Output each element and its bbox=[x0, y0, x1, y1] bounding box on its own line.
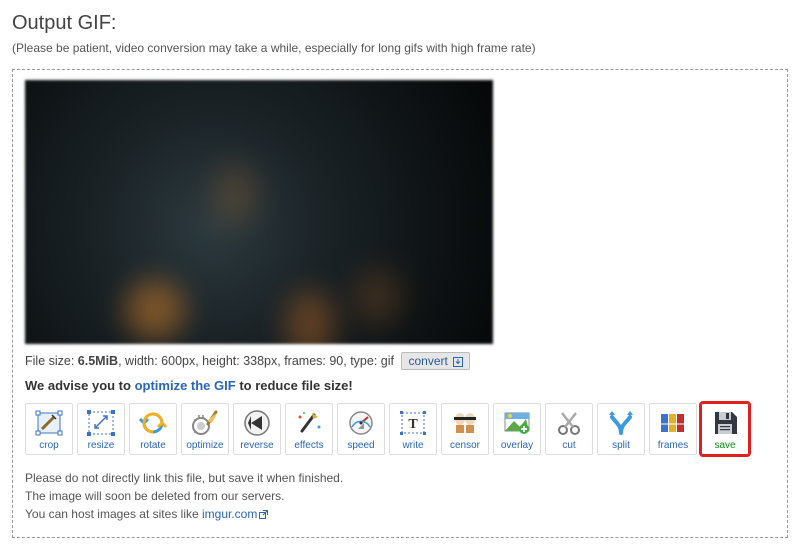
file-height-value: 338px bbox=[243, 354, 277, 368]
file-width-value: 600px bbox=[161, 354, 195, 368]
crop-icon bbox=[34, 404, 64, 441]
crop-button[interactable]: crop bbox=[25, 403, 73, 455]
tool-label: rotate bbox=[140, 441, 166, 451]
file-size-value: 6.5MiB bbox=[78, 354, 118, 368]
rotate-icon bbox=[138, 404, 168, 441]
external-link-icon bbox=[259, 510, 268, 519]
tool-label: write bbox=[402, 441, 423, 451]
sep: , frames: bbox=[277, 354, 329, 368]
note3-pre: You can host images at sites like bbox=[25, 507, 202, 521]
rotate-button[interactable]: rotate bbox=[129, 403, 177, 455]
frames-button[interactable]: frames bbox=[649, 403, 697, 455]
write-icon: T bbox=[398, 404, 428, 441]
tool-label: reverse bbox=[240, 441, 273, 451]
tool-label: crop bbox=[39, 441, 58, 451]
file-info-line: File size: 6.5MiB, width: 600px, height:… bbox=[25, 352, 775, 370]
notes-block: Please do not directly link this file, b… bbox=[25, 469, 775, 523]
sep: , type: bbox=[343, 354, 381, 368]
tool-label: save bbox=[714, 441, 735, 451]
note-line-1: Please do not directly link this file, b… bbox=[25, 469, 775, 487]
optimize-button[interactable]: optimize bbox=[181, 403, 229, 455]
effects-button[interactable]: effects bbox=[285, 403, 333, 455]
cut-icon bbox=[554, 404, 584, 441]
save-icon bbox=[710, 404, 740, 441]
tool-label: effects bbox=[294, 441, 323, 451]
convert-label: convert bbox=[408, 354, 447, 368]
split-icon bbox=[606, 404, 636, 441]
overlay-icon bbox=[502, 404, 532, 441]
imgur-link[interactable]: imgur.com bbox=[202, 507, 257, 521]
advise-post: to reduce file size! bbox=[236, 378, 353, 393]
speed-button[interactable]: speed bbox=[337, 403, 385, 455]
tool-label: frames bbox=[658, 441, 689, 451]
speed-icon bbox=[346, 404, 376, 441]
cut-button[interactable]: cut bbox=[545, 403, 593, 455]
convert-button[interactable]: convert bbox=[401, 352, 470, 370]
gif-preview[interactable] bbox=[25, 80, 493, 344]
download-icon bbox=[453, 357, 463, 367]
resize-icon bbox=[86, 404, 116, 441]
tool-label: censor bbox=[450, 441, 480, 451]
write-button[interactable]: T write bbox=[389, 403, 437, 455]
tool-label: speed bbox=[347, 441, 374, 451]
split-button[interactable]: split bbox=[597, 403, 645, 455]
file-frames-value: 90 bbox=[329, 354, 343, 368]
note-line-3: You can host images at sites like imgur.… bbox=[25, 505, 775, 523]
tool-label: resize bbox=[88, 441, 115, 451]
optimize-link[interactable]: optimize the GIF bbox=[135, 378, 236, 393]
tool-label: cut bbox=[562, 441, 575, 451]
page-title: Output GIF: bbox=[12, 12, 788, 35]
tool-label: split bbox=[612, 441, 630, 451]
svg-text:T: T bbox=[408, 417, 418, 432]
censor-button[interactable]: censor bbox=[441, 403, 489, 455]
optimize-icon bbox=[190, 404, 220, 441]
tool-label: optimize bbox=[186, 441, 223, 451]
overlay-button[interactable]: overlay bbox=[493, 403, 541, 455]
resize-button[interactable]: resize bbox=[77, 403, 125, 455]
frames-icon bbox=[658, 404, 688, 441]
tool-label: overlay bbox=[501, 441, 533, 451]
note-line-2: The image will soon be deleted from our … bbox=[25, 487, 775, 505]
file-type-value: gif bbox=[381, 354, 394, 368]
tool-toolbar: crop resize rotate optimize reverse bbox=[25, 403, 775, 455]
advise-pre: We advise you to bbox=[25, 378, 135, 393]
file-info-prefix: File size: bbox=[25, 354, 78, 368]
reverse-button[interactable]: reverse bbox=[233, 403, 281, 455]
sep: , width: bbox=[118, 354, 161, 368]
sep: , height: bbox=[195, 354, 243, 368]
subtitle-text: (Please be patient, video conversion may… bbox=[12, 41, 788, 55]
output-panel: File size: 6.5MiB, width: 600px, height:… bbox=[12, 69, 788, 538]
reverse-icon bbox=[242, 404, 272, 441]
effects-icon bbox=[294, 404, 324, 441]
advise-line: We advise you to optimize the GIF to red… bbox=[25, 378, 775, 393]
censor-icon bbox=[450, 404, 480, 441]
save-button[interactable]: save bbox=[701, 403, 749, 455]
